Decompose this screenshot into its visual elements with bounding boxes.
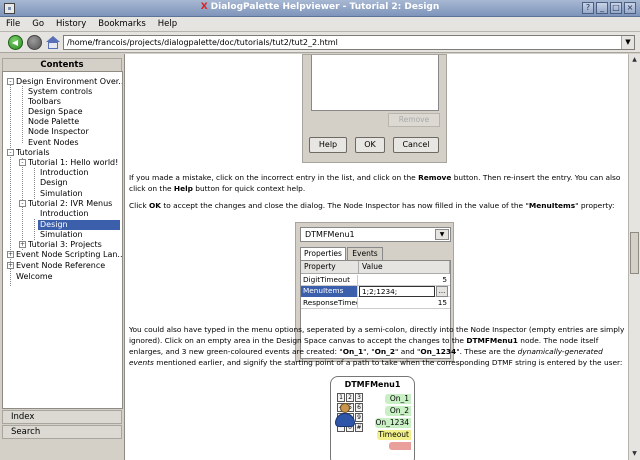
menuitems-value-field: 1;2;1234; — [359, 286, 435, 297]
close-button[interactable]: × — [624, 2, 636, 14]
event-on-1234: On_1234 — [375, 418, 411, 428]
table-row: MenuItems 1;2;1234; ... — [301, 286, 450, 297]
collapse-icon[interactable]: - — [19, 159, 26, 166]
menu-bookmarks[interactable]: Bookmarks — [96, 19, 148, 29]
menu-go[interactable]: Go — [30, 19, 46, 29]
events-tab: Events — [347, 247, 383, 260]
tree-item-tutorial-1[interactable]: Tutorial 1: Hello world! — [28, 158, 118, 168]
expand-icon[interactable]: + — [7, 251, 14, 258]
index-tab[interactable]: Index — [2, 410, 122, 424]
menu-bar: File Go History Bookmarks Help — [0, 17, 640, 32]
tree-item-event-node-scripting[interactable]: Event Node Scripting Lan... — [16, 250, 122, 260]
maximize-button[interactable]: □ — [610, 2, 622, 14]
remove-button-image: Remove — [388, 113, 440, 127]
dropdown-icon: ▼ — [435, 229, 449, 240]
help-content: Remove Help OK Cancel If you made a mist… — [124, 54, 628, 460]
ok-button-image: OK — [355, 137, 385, 153]
collapse-icon[interactable]: - — [19, 200, 26, 207]
dtmf-node-title: DTMFMenu1 — [344, 380, 401, 389]
tree-item-tutorial-2[interactable]: Tutorial 2: IVR Menus — [28, 199, 112, 209]
tree-item-node-inspector[interactable]: Node Inspector — [28, 127, 89, 137]
menu-help[interactable]: Help — [156, 19, 179, 29]
dialog-screenshot: Remove Help OK Cancel — [302, 54, 447, 163]
tree-item-t1-introduction[interactable]: Introduction — [40, 168, 88, 178]
tree-item-t2-introduction[interactable]: Introduction — [40, 209, 88, 219]
url-field[interactable]: /home/francois/projects/dialogpalette/do… — [63, 35, 635, 50]
table-row: ResponseTimeout15 — [301, 298, 450, 309]
search-tab[interactable]: Search — [2, 425, 122, 439]
tree-item-toolbars[interactable]: Toolbars — [28, 97, 61, 107]
collapse-icon[interactable]: - — [7, 149, 14, 156]
url-text: /home/francois/projects/dialogpalette/do… — [67, 38, 338, 47]
event-on-2: On_2 — [385, 406, 411, 416]
window-title: X DialogPalette Helpviewer - Tutorial 2: … — [200, 2, 440, 12]
value-column-header: Value — [359, 261, 450, 274]
cancel-button-image: Cancel — [393, 137, 439, 153]
tree-item-t1-design[interactable]: Design — [40, 178, 68, 188]
event-timeout: Timeout — [377, 430, 411, 440]
contents-tree[interactable]: - Design Environment Over... System cont… — [2, 71, 123, 409]
menu-items-list — [311, 55, 439, 111]
property-column-header: Property — [301, 261, 359, 274]
title-bar: X DialogPalette Helpviewer - Tutorial 2: … — [0, 0, 640, 17]
help-window-button[interactable]: ? — [582, 2, 594, 14]
paragraph-remove: If you made a mistake, click on the inco… — [129, 173, 621, 193]
content-scrollbar[interactable]: ▲ ▼ — [628, 54, 640, 460]
table-row: DigitTimeout 5 — [301, 275, 450, 286]
paragraph-ok: Click OK to accept the changes and close… — [129, 201, 615, 210]
toolbar: /home/francois/projects/dialogpalette/do… — [0, 32, 640, 53]
edit-dots-button: ... — [436, 286, 448, 297]
scroll-down-icon[interactable]: ▼ — [629, 448, 640, 460]
forward-arrow-icon[interactable] — [27, 35, 42, 50]
back-arrow-icon[interactable] — [8, 35, 23, 50]
tree-item-t1-simulation[interactable]: Simulation — [40, 189, 83, 199]
minimize-button[interactable]: _ — [596, 2, 608, 14]
scroll-up-icon[interactable]: ▲ — [629, 54, 640, 66]
tree-item-t2-design[interactable]: Design — [38, 220, 120, 230]
collapse-icon[interactable]: - — [7, 78, 14, 85]
home-icon[interactable] — [46, 36, 60, 49]
x-app-icon: X — [200, 2, 208, 12]
tree-item-tutorial-3[interactable]: Tutorial 3: Projects — [28, 240, 102, 250]
sidebar: Contents - Design Environment Over... Sy… — [0, 54, 124, 460]
tree-item-event-nodes[interactable]: Event Nodes — [28, 138, 79, 148]
user-icon — [335, 403, 357, 429]
expand-icon[interactable]: + — [19, 241, 26, 248]
contents-tab[interactable]: Contents — [2, 58, 122, 71]
expand-icon[interactable]: + — [7, 262, 14, 269]
menu-file[interactable]: File — [4, 19, 22, 29]
tree-item-event-node-reference[interactable]: Event Node Reference — [16, 261, 105, 271]
tree-item-tutorials[interactable]: Tutorials — [16, 148, 50, 158]
node-select: DTMFMenu1 ▼ — [300, 227, 451, 242]
event-on-1: On_1 — [385, 394, 411, 404]
help-button-image: Help — [309, 137, 347, 153]
tree-item-system-controls[interactable]: System controls — [28, 87, 92, 97]
tree-item-t2-simulation[interactable]: Simulation — [40, 230, 83, 240]
url-dropdown-icon[interactable]: ▼ — [621, 36, 634, 49]
tree-item-design-environment[interactable]: Design Environment Over... — [16, 77, 122, 87]
tree-item-welcome[interactable]: Welcome — [16, 272, 53, 282]
event-more — [389, 442, 411, 450]
tree-item-design-space[interactable]: Design Space — [28, 107, 83, 117]
paragraph-dynamic-events: You could also have typed in the menu op… — [129, 325, 625, 367]
properties-tab: Properties — [300, 247, 346, 260]
menu-history[interactable]: History — [54, 19, 88, 29]
tree-item-node-palette[interactable]: Node Palette — [28, 117, 79, 127]
scroll-thumb[interactable] — [630, 232, 639, 274]
dtmf-node-screenshot: DTMFMenu1 1 2 3 4 5 6 7 8 9 * 0 # On_1 O… — [330, 376, 415, 460]
